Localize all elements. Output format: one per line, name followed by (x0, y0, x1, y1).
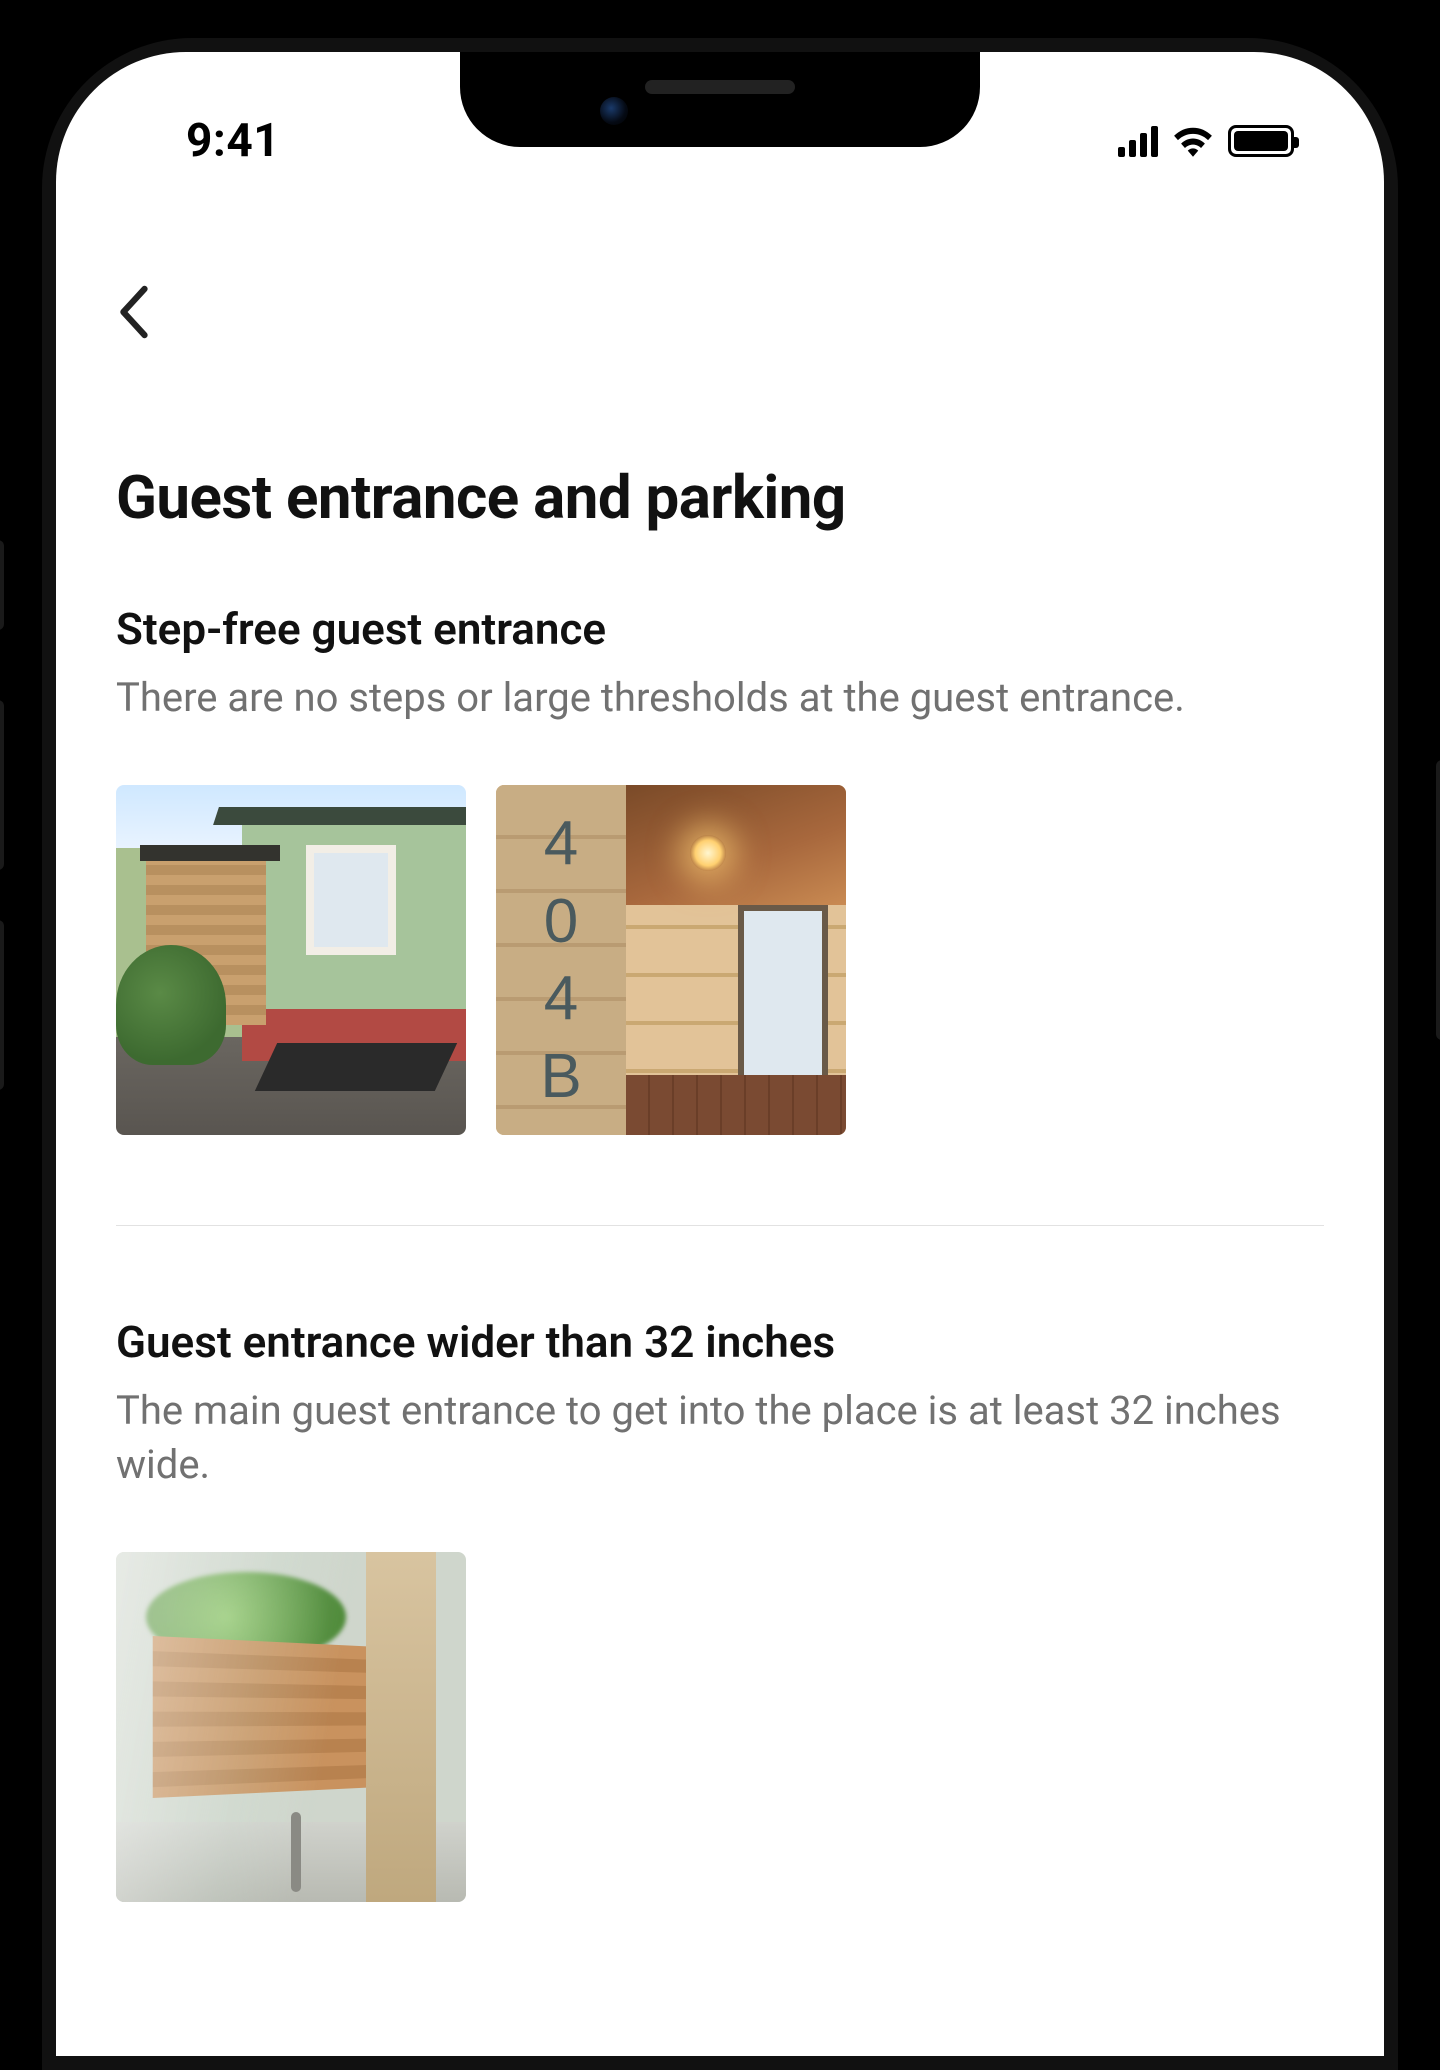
cellular-signal-icon (1118, 125, 1158, 157)
phone-frame: 9:41 (0, 0, 1440, 2070)
entrance-photo-thumbnail[interactable] (116, 1552, 466, 1902)
wifi-icon (1172, 125, 1214, 157)
section-step-free-entrance: Step-free guest entrance There are no st… (116, 603, 1324, 1135)
section-heading: Step-free guest entrance (116, 603, 1324, 655)
phone-speaker (645, 80, 795, 94)
phone-notch (460, 52, 980, 147)
entrance-photo-thumbnail[interactable] (116, 785, 466, 1135)
chevron-left-icon (116, 285, 150, 339)
status-icons (1118, 125, 1294, 157)
entrance-photo-thumbnail[interactable]: 4 0 4 B (496, 785, 846, 1135)
status-time: 9:41 (186, 114, 280, 168)
section-wide-entrance: Guest entrance wider than 32 inches The … (116, 1316, 1324, 1902)
page-content: Guest entrance and parking Step-free gue… (56, 242, 1384, 2056)
section-divider (116, 1225, 1324, 1226)
section-heading: Guest entrance wider than 32 inches (116, 1316, 1324, 1368)
phone-side-button (0, 540, 4, 630)
phone-front-camera (600, 97, 628, 125)
phone-power-button (1436, 760, 1440, 1040)
section-description: There are no steps or large thresholds a… (116, 671, 1324, 725)
back-button[interactable] (116, 282, 176, 342)
phone-inner-rim: 9:41 (42, 38, 1398, 2070)
section-description: The main guest entrance to get into the … (116, 1384, 1324, 1492)
page-title: Guest entrance and parking (116, 462, 1324, 533)
photo-row: 4 0 4 B (116, 785, 1324, 1135)
phone-volume-up-button (0, 700, 4, 870)
house-number-sign: 4 0 4 B (496, 785, 626, 1135)
phone-screen: 9:41 (56, 52, 1384, 2056)
photo-row (116, 1552, 1324, 1902)
phone-volume-down-button (0, 920, 4, 1090)
battery-icon (1228, 125, 1294, 157)
